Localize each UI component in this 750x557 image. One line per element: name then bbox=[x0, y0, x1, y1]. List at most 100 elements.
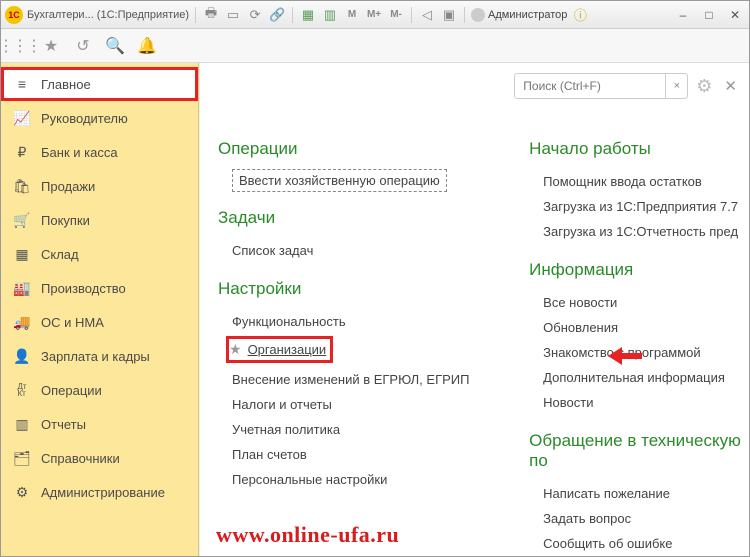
link-functionality[interactable]: Функциональность bbox=[218, 309, 489, 334]
link-updates[interactable]: Обновления bbox=[529, 315, 749, 340]
sidebar-item-purchases[interactable]: 🛒 Покупки bbox=[1, 203, 198, 237]
windows-icon[interactable]: ▣ bbox=[440, 6, 458, 24]
link-personal-settings[interactable]: Персональные настройки bbox=[218, 467, 489, 492]
folder-icon: 🗂 bbox=[13, 449, 31, 467]
sidebar-item-label: Администрирование bbox=[41, 485, 165, 500]
apps-icon[interactable]: ⋮⋮⋮ bbox=[9, 36, 29, 56]
sidebar-item-reports[interactable]: ▥ Отчеты bbox=[1, 407, 198, 441]
bars-icon: ▥ bbox=[13, 415, 31, 433]
link-wish[interactable]: Написать пожелание bbox=[529, 481, 749, 506]
sidebar-item-label: Продажи bbox=[41, 179, 95, 194]
sidebar-item-assets[interactable]: 🚚 ОС и НМА bbox=[1, 305, 198, 339]
link-bug[interactable]: Сообщить об ошибке bbox=[529, 531, 749, 556]
separator bbox=[411, 7, 412, 23]
highlight-organizations: ★ Организации bbox=[226, 336, 333, 363]
sidebar-item-operations[interactable]: ДтКт Операции bbox=[1, 373, 198, 407]
minimize-button[interactable]: ‒ bbox=[673, 7, 693, 23]
m-minus-icon[interactable]: M- bbox=[387, 6, 405, 24]
sidebar-item-label: Главное bbox=[41, 77, 91, 92]
separator bbox=[464, 7, 465, 23]
calendar-icon[interactable]: ▦ bbox=[299, 6, 317, 24]
user-icon bbox=[471, 8, 485, 22]
close-panel-button[interactable]: ✕ bbox=[724, 77, 737, 95]
main-panel: × ⚙ ✕ Операции Ввести хозяйственную опер… bbox=[199, 63, 749, 556]
doc-icon[interactable]: ▭ bbox=[224, 6, 242, 24]
sidebar: ≡ Главное 📈 Руководителю ₽ Банк и касса … bbox=[1, 63, 199, 556]
link-organizations[interactable]: Организации bbox=[248, 342, 327, 357]
link-taxes[interactable]: Налоги и отчеты bbox=[218, 392, 489, 417]
sidebar-item-production[interactable]: 🏭 Производство bbox=[1, 271, 198, 305]
m-icon[interactable]: M bbox=[343, 6, 361, 24]
ruble-icon: ₽ bbox=[13, 143, 31, 161]
factory-icon: 🏭 bbox=[13, 279, 31, 297]
sidebar-item-label: Отчеты bbox=[41, 417, 86, 432]
annotation-arrow-icon bbox=[608, 347, 642, 365]
link-all-news[interactable]: Все новости bbox=[529, 290, 749, 315]
sidebar-item-label: Покупки bbox=[41, 213, 90, 228]
link-extra-info[interactable]: Дополнительная информация bbox=[529, 365, 749, 390]
link-news[interactable]: Новости bbox=[529, 390, 749, 415]
sidebar-item-catalogs[interactable]: 🗂 Справочники bbox=[1, 441, 198, 475]
link-load-77[interactable]: Загрузка из 1С:Предприятия 7.7 bbox=[529, 194, 749, 219]
link-policy[interactable]: Учетная политика bbox=[218, 417, 489, 442]
sidebar-item-label: Руководителю bbox=[41, 111, 128, 126]
star-icon[interactable]: ★ bbox=[229, 341, 242, 358]
bag-icon: 🛍 bbox=[13, 177, 31, 195]
settings-gear-icon[interactable]: ⚙ bbox=[696, 76, 712, 97]
link-egrul[interactable]: Внесение изменений в ЕГРЮЛ, ЕГРИП bbox=[218, 367, 489, 392]
search-icon[interactable]: 🔍 bbox=[105, 36, 125, 56]
link-icon[interactable]: 🔗 bbox=[268, 6, 286, 24]
app-logo-icon: 1C bbox=[5, 6, 23, 24]
bell-icon[interactable]: 🔔 bbox=[137, 36, 157, 56]
watermark-text: www.online-ufa.ru bbox=[216, 522, 399, 548]
sidebar-item-label: Справочники bbox=[41, 451, 120, 466]
back-icon[interactable]: ◁ bbox=[418, 6, 436, 24]
link-balance-helper[interactable]: Помощник ввода остатков bbox=[529, 169, 749, 194]
sidebar-item-manager[interactable]: 📈 Руководителю bbox=[1, 101, 198, 135]
history-icon[interactable]: ↺ bbox=[73, 36, 93, 56]
heading-support: Обращение в техническую по bbox=[529, 431, 749, 471]
print-icon[interactable]: 🖶 bbox=[202, 6, 220, 24]
user-name: Администратор bbox=[488, 9, 567, 21]
search-box[interactable]: × bbox=[514, 73, 688, 99]
maximize-button[interactable]: □ bbox=[699, 7, 719, 23]
search-input[interactable] bbox=[515, 79, 665, 93]
sidebar-item-salary[interactable]: 👤 Зарплата и кадры bbox=[1, 339, 198, 373]
sidebar-item-label: Банк и касса bbox=[41, 145, 118, 160]
sidebar-item-admin[interactable]: ⚙ Администрирование bbox=[1, 475, 198, 509]
heading-info: Информация bbox=[529, 260, 749, 280]
heading-settings: Настройки bbox=[218, 279, 489, 299]
sidebar-item-main[interactable]: ≡ Главное bbox=[1, 67, 198, 101]
menu-icon: ≡ bbox=[13, 75, 31, 93]
gear-icon: ⚙ bbox=[13, 483, 31, 501]
heading-operations: Операции bbox=[218, 139, 489, 159]
toolbar: ⋮⋮⋮ ★ ↺ 🔍 🔔 bbox=[1, 29, 749, 63]
link-enter-operation[interactable]: Ввести хозяйственную операцию bbox=[232, 169, 447, 192]
refresh-icon[interactable]: ⟳ bbox=[246, 6, 264, 24]
sidebar-item-label: Зарплата и кадры bbox=[41, 349, 150, 364]
link-chart-accounts[interactable]: План счетов bbox=[218, 442, 489, 467]
close-button[interactable]: ✕ bbox=[725, 7, 745, 23]
dtkt-icon: ДтКт bbox=[13, 381, 31, 399]
link-task-list[interactable]: Список задач bbox=[218, 238, 489, 263]
m-plus-icon[interactable]: M+ bbox=[365, 6, 383, 24]
separator bbox=[292, 7, 293, 23]
sidebar-item-bank[interactable]: ₽ Банк и касса bbox=[1, 135, 198, 169]
sidebar-item-label: ОС и НМА bbox=[41, 315, 104, 330]
sidebar-item-label: Склад bbox=[41, 247, 79, 262]
person-icon: 👤 bbox=[13, 347, 31, 365]
sidebar-item-warehouse[interactable]: ▦ Склад bbox=[1, 237, 198, 271]
boxes-icon: ▦ bbox=[13, 245, 31, 263]
link-question[interactable]: Задать вопрос bbox=[529, 506, 749, 531]
truck-icon: 🚚 bbox=[13, 313, 31, 331]
star-icon[interactable]: ★ bbox=[41, 36, 61, 56]
separator bbox=[195, 7, 196, 23]
sidebar-item-label: Операции bbox=[41, 383, 102, 398]
link-load-reporting[interactable]: Загрузка из 1С:Отчетность пред bbox=[529, 219, 749, 244]
info-icon[interactable]: ⓘ bbox=[571, 6, 589, 24]
calc-icon[interactable]: ▥ bbox=[321, 6, 339, 24]
window-titlebar: 1C Бухгалтери... (1С:Предприятие) 🖶 ▭ ⟳ … bbox=[1, 1, 749, 29]
user-badge[interactable]: Администратор bbox=[471, 8, 567, 22]
sidebar-item-sales[interactable]: 🛍 Продажи bbox=[1, 169, 198, 203]
clear-search-button[interactable]: × bbox=[665, 74, 687, 98]
